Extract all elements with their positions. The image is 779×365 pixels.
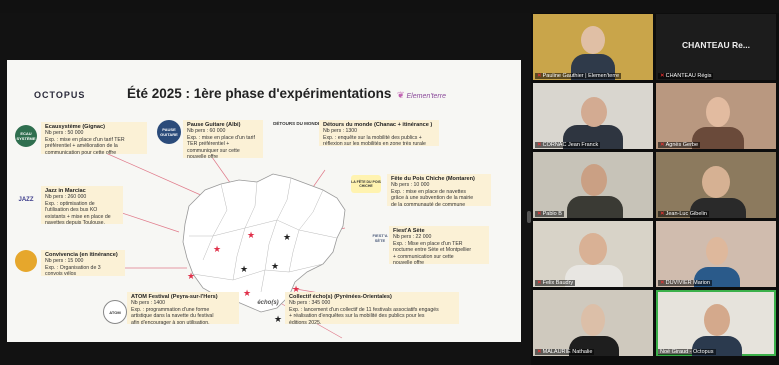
participant-face <box>579 233 607 265</box>
screen-share-area: ★ ★ ★ ★ ★ ★ ★ ★ ★ OCTOPUS Été 2025 : 1èr… <box>0 13 531 365</box>
participant-face <box>581 304 605 336</box>
red-star-icon: ★ <box>187 271 195 281</box>
muted-mic-icon: ⨯ <box>537 142 542 148</box>
black-star-icon: ★ <box>274 314 282 324</box>
participant-tile[interactable]: ⨯Pauline Gauthier | Elemen'terre <box>533 14 653 80</box>
red-star-icon: ★ <box>247 230 255 240</box>
muted-mic-icon: ⨯ <box>660 73 665 79</box>
black-star-icon: ★ <box>283 232 291 242</box>
octopus-logo: OCTOPUS <box>34 90 86 100</box>
pause-guitare-logo: PAUSE GUITARE <box>157 120 181 144</box>
participant-tile[interactable]: ⨯MALAURIE Nathalie <box>533 290 653 356</box>
muted-mic-icon: ⨯ <box>660 142 665 148</box>
card-fiesta-sete: Fiest'A Sète Nb pers : 22 000 Exp. : Mis… <box>389 226 489 266</box>
muted-mic-icon: ⨯ <box>537 73 542 79</box>
participant-face <box>704 304 730 336</box>
pois-chiche-logo: LA FÊTE DU POIS CHICHE <box>351 175 381 193</box>
top-bar <box>0 0 779 13</box>
participant-tile[interactable]: ⨯Pablo B <box>533 152 653 218</box>
participant-tile[interactable]: CHANTEAU Re... ⨯CHANTEAU Régis <box>656 14 776 80</box>
muted-mic-icon: ⨯ <box>660 211 665 217</box>
muted-mic-icon: ⨯ <box>537 211 542 217</box>
fiesta-sete-logo: FIEST'A SÈTE <box>372 233 388 243</box>
participant-face <box>706 237 728 265</box>
echos-logo: écho(s) <box>257 300 279 306</box>
ecausysteme-logo: ECAU SYSTÈME <box>15 125 37 147</box>
slide-title: Été 2025 : 1ère phase d'expérimentations <box>127 86 392 101</box>
card-pause-guitare: Pause Guitare (Albi) Nb pers : 60 000 Ex… <box>183 120 263 160</box>
card-jazz: Jazz in Marciac Nb pers : 260 000 Exp. :… <box>41 186 123 226</box>
muted-mic-icon: ⨯ <box>537 349 542 355</box>
jazz-logo: JAZZ <box>18 197 34 203</box>
participant-tile[interactable]: ⨯Agnès Gerbe <box>656 83 776 149</box>
muted-mic-icon: ⨯ <box>660 280 665 286</box>
card-detours: Détours du monde (Chanac + itinérance ) … <box>319 120 439 147</box>
participant-tile[interactable]: ⨯DUVIVIER Marion <box>656 221 776 287</box>
black-star-icon: ★ <box>240 264 248 274</box>
red-star-icon: ★ <box>243 288 251 298</box>
participant-face <box>706 97 730 127</box>
card-collectif-echos: Collectif écho(s) (Pyrénées-Orientales) … <box>285 292 459 326</box>
presentation-slide: ★ ★ ★ ★ ★ ★ ★ ★ ★ OCTOPUS Été 2025 : 1èr… <box>7 60 521 342</box>
card-convivencia: Convivencia (en itinérance) Nb pers : 15… <box>41 250 125 277</box>
participant-tile[interactable]: ⨯Felix Baudry <box>533 221 653 287</box>
black-star-icon: ★ <box>271 261 279 271</box>
participant-face <box>581 26 605 54</box>
participant-gallery: ⨯Pauline Gauthier | Elemen'terre CHANTEA… <box>531 13 779 365</box>
partner-logo: ❦ Elemen'terre <box>397 90 446 100</box>
participant-tile[interactable]: ⨯CORNAC Jean Franck <box>533 83 653 149</box>
atom-logo: ATOM <box>103 300 127 324</box>
participant-face <box>581 164 607 196</box>
convivencia-logo-icon <box>15 250 37 272</box>
participant-body <box>567 196 623 218</box>
card-pois-chiche: Fête du Pois Chiche (Montaren) Nb pers :… <box>387 174 491 208</box>
participant-tile[interactable]: ⨯Jean-Luc Gibelin <box>656 152 776 218</box>
red-star-icon: ★ <box>213 244 221 254</box>
participant-tile-active-speaker[interactable]: Noé Giraud - Octopus <box>656 290 776 356</box>
card-atom: ATOM Festival (Peyra-sur-l'Hers) Nb pers… <box>127 292 239 326</box>
participant-face <box>702 166 730 198</box>
detours-logo: DÉTOURS DU MONDE <box>273 120 321 126</box>
muted-mic-icon: ⨯ <box>537 280 542 286</box>
partner-mark-icon: ❦ <box>397 90 405 100</box>
participant-face <box>581 97 607 127</box>
card-ecausysteme: Ecausystème (Gignac) Nb pers : 50 000 Ex… <box>41 122 147 156</box>
